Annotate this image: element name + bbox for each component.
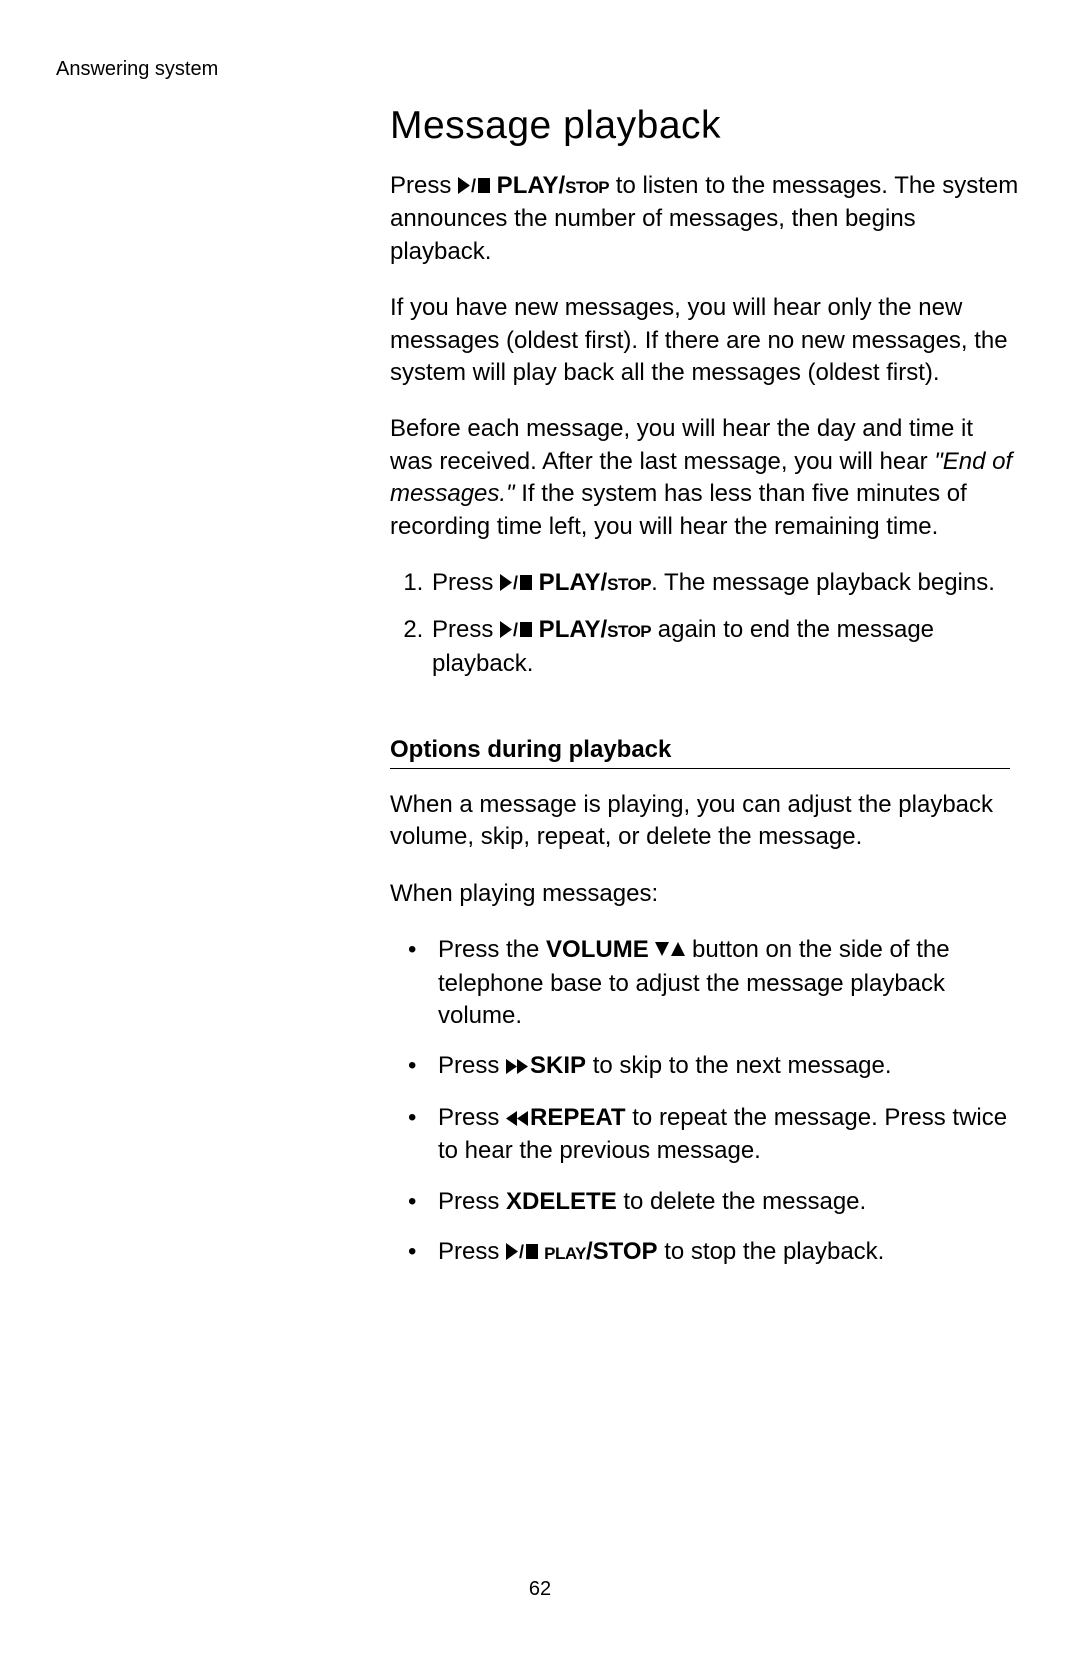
page-number: 62 [0, 1578, 1080, 1601]
intro-paragraph-2: If you have new messages, you will hear … [390, 292, 1020, 389]
options-intro-1: When a message is playing, you can adjus… [390, 789, 1020, 854]
play-label: play [538, 1238, 586, 1265]
steps-list: Press / PLAY/stop. The message playback … [390, 567, 1020, 680]
skip-forward-icon [506, 1051, 530, 1083]
text: Before each message, you will hear the d… [390, 415, 973, 474]
play-label: PLAY/ [532, 616, 607, 643]
option-skip: Press SKIP to skip to the next message. [430, 1050, 1020, 1083]
text: Press [438, 1188, 506, 1215]
step-1: Press / PLAY/stop. The message playback … [430, 567, 1020, 600]
repeat-back-icon [506, 1103, 530, 1135]
stop-label: stop [607, 616, 651, 643]
text: Press [390, 172, 458, 199]
text: Press [438, 1104, 506, 1131]
svg-text:/: / [513, 574, 518, 591]
svg-text:/: / [519, 1243, 524, 1260]
text: Press [432, 616, 500, 643]
option-delete: Press XDELETE to delete the message. [430, 1186, 1020, 1218]
main-content: Message playback Press / PLAY/stop to li… [390, 104, 1020, 1287]
play-stop-icon: / [506, 1237, 538, 1269]
text: Press [438, 1238, 506, 1265]
svg-text:/: / [471, 177, 476, 194]
text: to skip to the next message. [586, 1052, 892, 1079]
text: Press [432, 569, 500, 596]
intro-paragraph-3: Before each message, you will hear the d… [390, 413, 1020, 543]
stop-label: stop [565, 172, 609, 199]
text: Press the [438, 936, 546, 963]
play-label: PLAY/ [532, 569, 607, 596]
option-stop: Press / play/STOP to stop the playback. [430, 1236, 1020, 1269]
option-volume: Press the VOLUME button on the side of t… [430, 934, 1020, 1032]
options-intro-2: When playing messages: [390, 878, 1020, 910]
page-title: Message playback [390, 104, 1020, 148]
text: to delete the message. [617, 1188, 867, 1215]
intro-paragraph-1: Press / PLAY/stop to listen to the messa… [390, 170, 1020, 268]
option-repeat: Press REPEAT to repeat the message. Pres… [430, 1102, 1020, 1168]
volume-label: VOLUME [546, 936, 655, 963]
skip-label: SKIP [530, 1052, 586, 1079]
play-label: PLAY/ [490, 172, 565, 199]
text: to stop the playback. [658, 1238, 885, 1265]
delete-label: XDELETE [506, 1188, 617, 1215]
page: Answering system Message playback Press … [0, 0, 1080, 1665]
svg-text:/: / [513, 621, 518, 638]
play-stop-icon: / [458, 171, 490, 203]
text: . The message playback begins. [651, 569, 995, 596]
volume-down-up-icon [655, 935, 685, 967]
step-2: Press / PLAY/stop again to end the messa… [430, 614, 1020, 680]
options-subheading: Options during playback [390, 736, 1010, 769]
running-header: Answering system [56, 58, 218, 81]
stop-label: stop [607, 569, 651, 596]
stop-label: /STOP [586, 1238, 658, 1265]
options-list: Press the VOLUME button on the side of t… [390, 934, 1020, 1269]
play-stop-icon: / [500, 568, 532, 600]
play-stop-icon: / [500, 615, 532, 647]
repeat-label: REPEAT [530, 1104, 626, 1131]
text: Press [438, 1052, 506, 1079]
